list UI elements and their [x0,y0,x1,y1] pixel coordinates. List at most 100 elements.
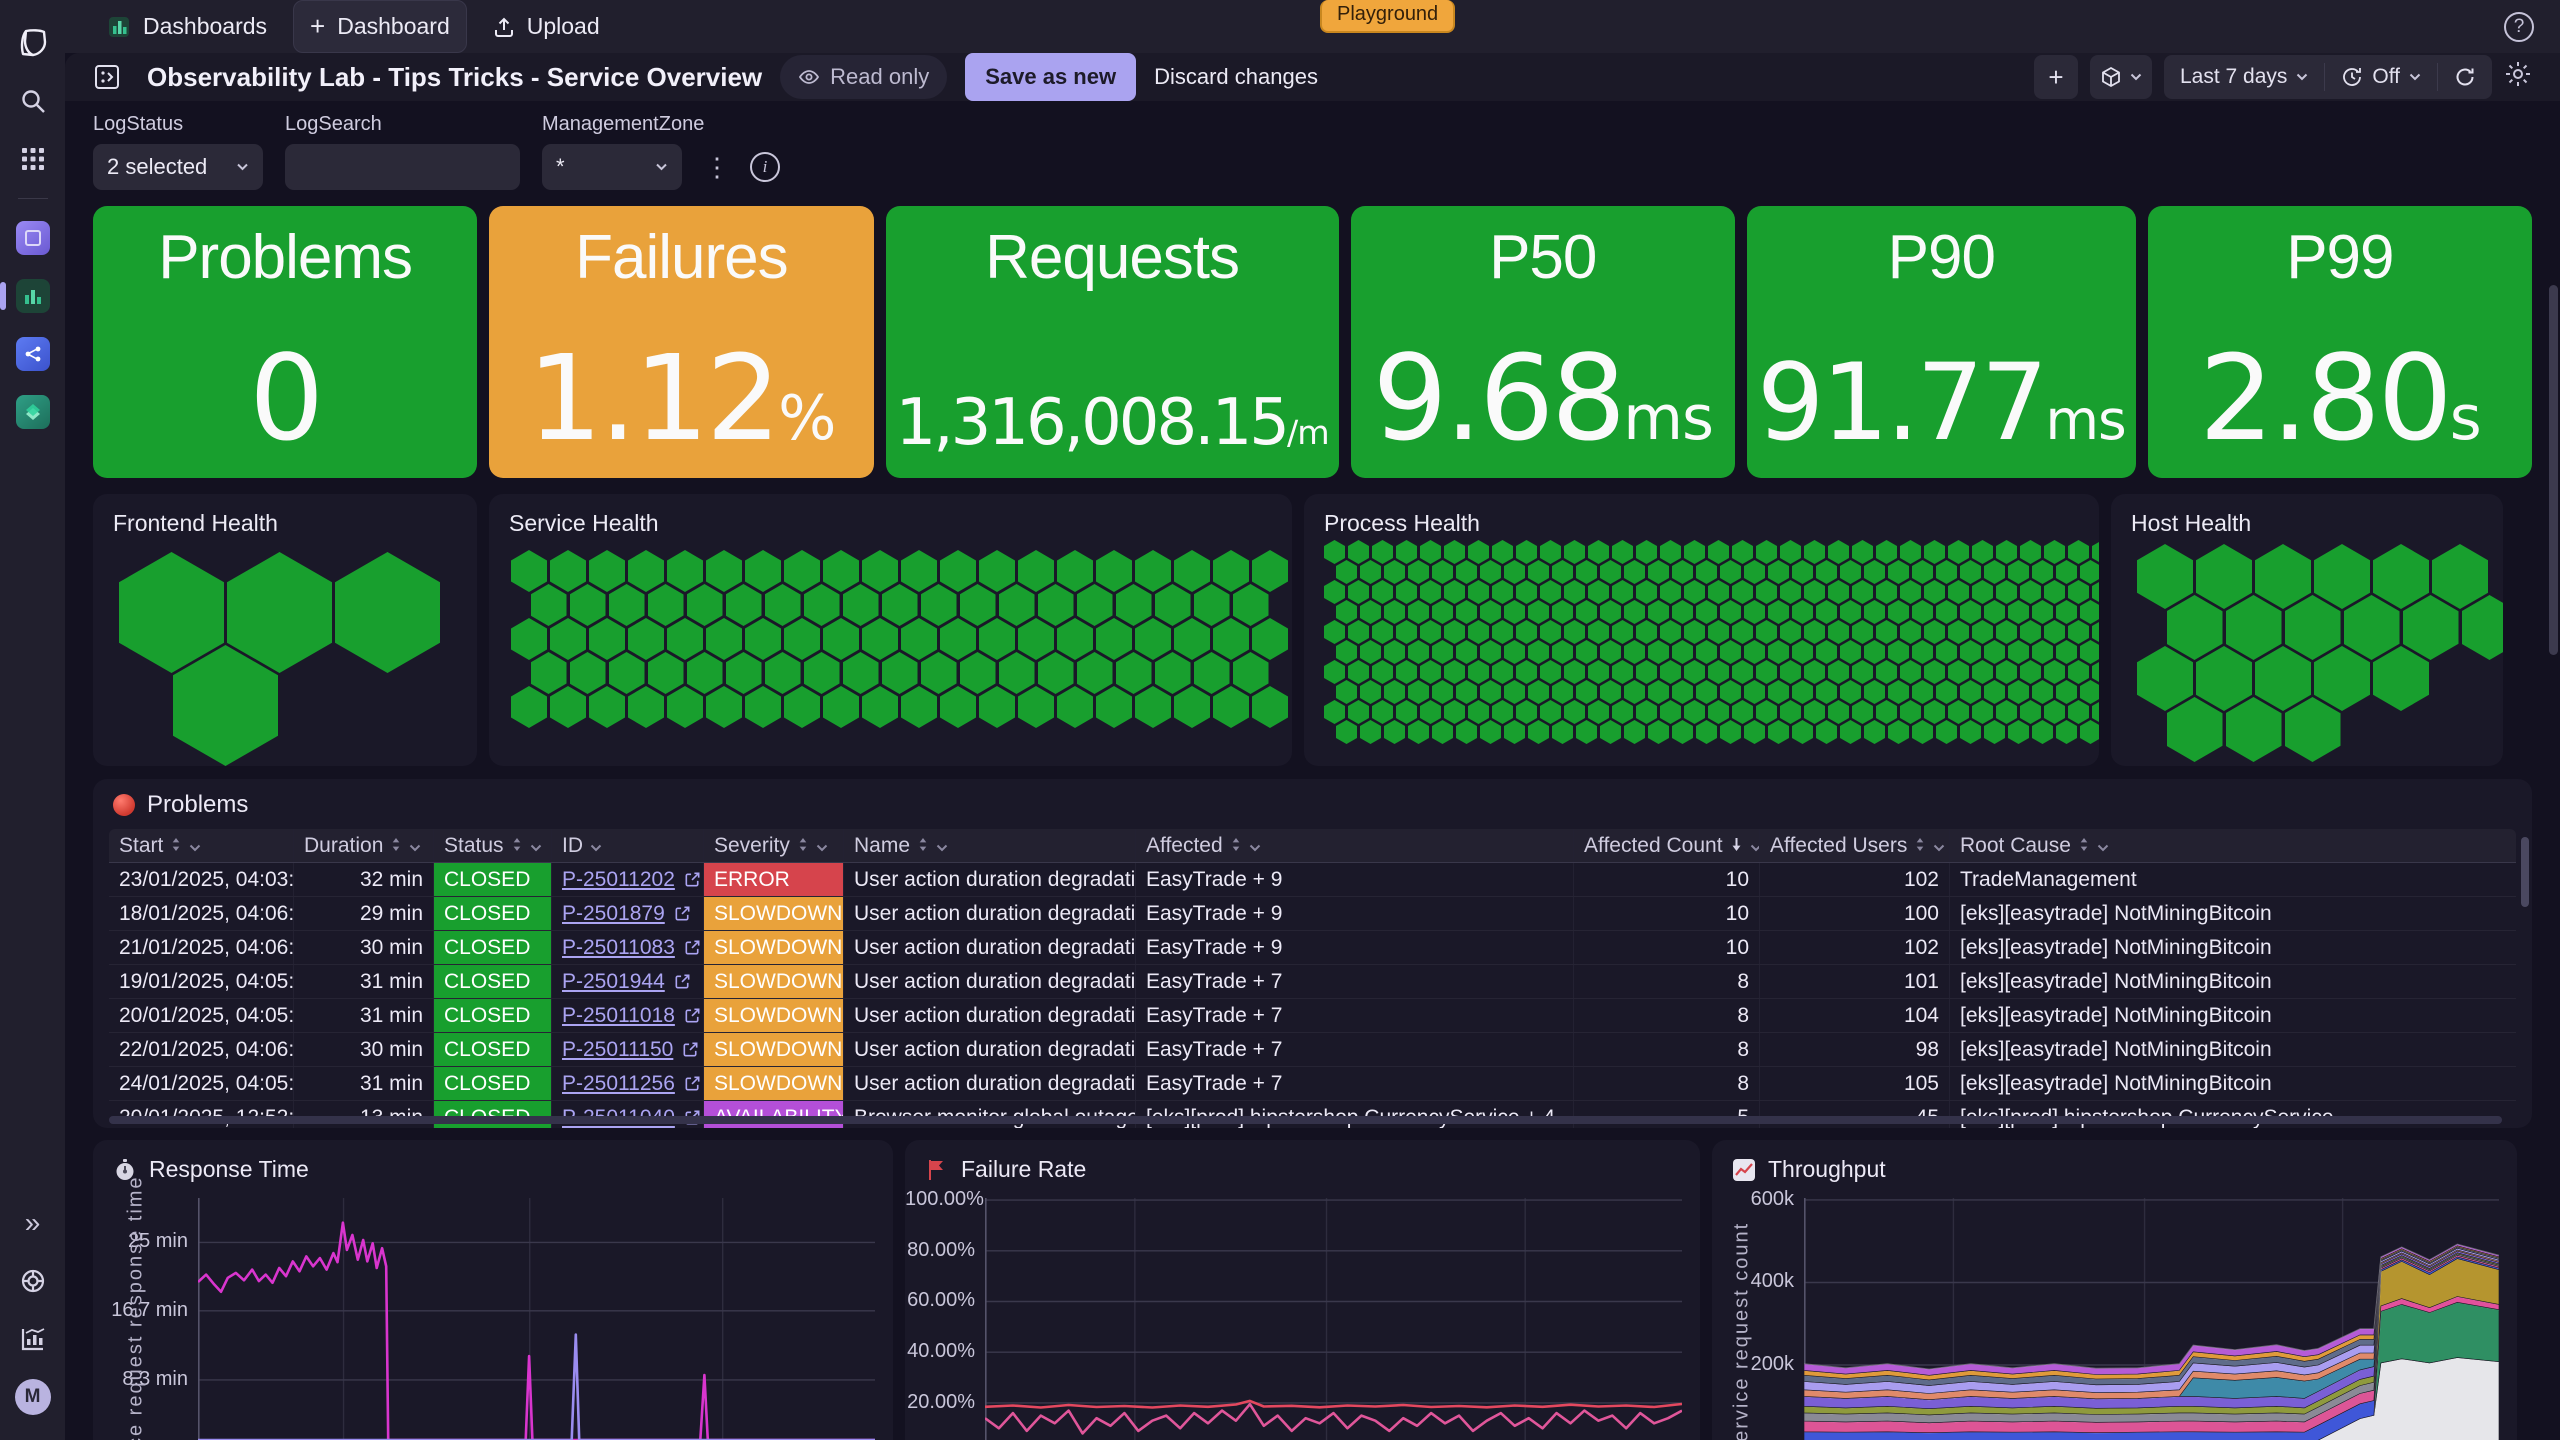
throughput-plot[interactable] [1804,1198,2499,1440]
health-hexagon[interactable] [1232,584,1269,626]
health-hexagon[interactable] [901,550,937,592]
health-hexagon[interactable] [862,686,898,728]
sort-icon[interactable] [390,834,402,858]
health-hexagon[interactable] [1852,580,1873,604]
health-hexagon[interactable] [647,652,684,694]
health-hexagon[interactable] [1492,620,1513,644]
kubernetes-app-icon[interactable] [11,216,55,260]
health-hexagon[interactable] [1864,560,1885,584]
health-hexagon[interactable] [1888,640,1909,664]
health-hexagon[interactable] [2343,595,2400,660]
health-hexagon[interactable] [589,618,625,660]
health-hexagon[interactable] [1996,660,2017,684]
column-menu-chevron-icon[interactable] [189,834,201,858]
health-hexagon[interactable] [862,618,898,660]
health-hexagon[interactable] [2068,660,2089,684]
health-hexagon[interactable] [2092,700,2099,724]
health-hexagon[interactable] [1528,680,1549,704]
health-hexagon[interactable] [1096,618,1132,660]
health-hexagon[interactable] [686,584,723,626]
health-hexagon[interactable] [706,618,742,660]
health-hexagon[interactable] [1732,660,1753,684]
health-hexagon[interactable] [173,645,278,766]
health-hexagon[interactable] [1936,680,1957,704]
health-hexagon[interactable] [1828,540,1849,564]
health-hexagon[interactable] [1996,700,2017,724]
health-hexagon[interactable] [1888,720,1909,744]
column-header-affected-users[interactable]: Affected Users [1760,829,1950,862]
column-menu-chevron-icon[interactable] [409,834,421,858]
health-hexagon[interactable] [2092,540,2099,564]
health-hexagon[interactable] [1420,700,1441,724]
health-hexagon[interactable] [1744,600,1765,624]
health-hexagon[interactable] [901,686,937,728]
health-hexagon[interactable] [1756,660,1777,684]
health-hexagon[interactable] [1732,540,1753,564]
health-hexagon[interactable] [1732,580,1753,604]
health-hexagon[interactable] [1588,580,1609,604]
health-hexagon[interactable] [1780,620,1801,644]
health-hexagon[interactable] [550,618,586,660]
health-hexagon[interactable] [1193,652,1230,694]
health-hexagon[interactable] [1852,620,1873,644]
discard-changes-button[interactable]: Discard changes [1154,64,1318,90]
health-hexagon[interactable] [784,686,820,728]
health-hexagon[interactable] [1252,550,1288,592]
health-hexagon[interactable] [1396,700,1417,724]
health-hexagon[interactable] [1372,580,1393,604]
health-hexagon[interactable] [1336,560,1357,584]
health-hexagon[interactable] [608,652,645,694]
health-hexagon[interactable] [1864,600,1885,624]
health-hexagon[interactable] [1744,560,1765,584]
health-hexagon[interactable] [959,584,996,626]
kpi-tile-problems[interactable]: Problems 0 [93,206,478,478]
health-hexagon[interactable] [1960,680,1981,704]
health-hexagon[interactable] [1960,560,1981,584]
expand-sidebar-icon[interactable]: » [11,1201,55,1245]
health-hexagon[interactable] [1360,720,1381,744]
problem-id-link[interactable]: P-2501944 [562,970,692,994]
health-hexagon[interactable] [1384,560,1405,584]
health-hexagon[interactable] [1552,680,1573,704]
health-hexagon[interactable] [1540,660,1561,684]
health-hexagon[interactable] [1984,720,2005,744]
health-hexagon[interactable] [1816,720,1837,744]
health-hexagon[interactable] [979,550,1015,592]
tab-dashboard[interactable]: + Dashboard [293,0,467,53]
health-hexagon[interactable] [1492,580,1513,604]
health-hexagon[interactable] [1576,680,1597,704]
health-hexagon[interactable] [1232,652,1269,694]
health-hexagon[interactable] [335,552,440,673]
health-hexagon[interactable] [1564,540,1585,564]
column-menu-chevron-icon[interactable] [2097,834,2109,858]
health-hexagon[interactable] [1480,680,1501,704]
clouds-app-icon[interactable] [11,390,55,434]
health-hexagon[interactable] [1744,680,1765,704]
health-hexagon[interactable] [998,584,1035,626]
health-hexagon[interactable] [1924,580,1945,604]
health-hexagon[interactable] [2402,595,2459,660]
health-hexagon[interactable] [1348,540,1369,564]
settings-gear-icon[interactable] [2504,60,2532,95]
health-hexagon[interactable] [1900,620,1921,644]
kpi-tile-requests[interactable]: Requests 1,316,008.15/m [885,206,1339,478]
health-hexagon[interactable] [1960,640,1981,664]
health-hexagon[interactable] [1576,560,1597,584]
health-hexagon[interactable] [1468,620,1489,644]
health-hexagon[interactable] [1756,620,1777,644]
health-hexagon[interactable] [647,584,684,626]
health-hexagon[interactable] [2068,540,2089,564]
health-hexagon[interactable] [1528,640,1549,664]
health-hexagon[interactable] [2461,595,2503,660]
health-hexagon[interactable] [1612,540,1633,564]
health-hexagon[interactable] [1768,560,1789,584]
health-hexagon[interactable] [1456,720,1477,744]
health-hexagon[interactable] [1768,720,1789,744]
health-hexagon[interactable] [1804,580,1825,604]
health-hexagon[interactable] [1768,680,1789,704]
health-hexagon[interactable] [1660,700,1681,724]
health-hexagon[interactable] [1840,720,1861,744]
health-hexagon[interactable] [1576,720,1597,744]
health-hexagon[interactable] [1516,660,1537,684]
health-hexagon[interactable] [1588,620,1609,644]
